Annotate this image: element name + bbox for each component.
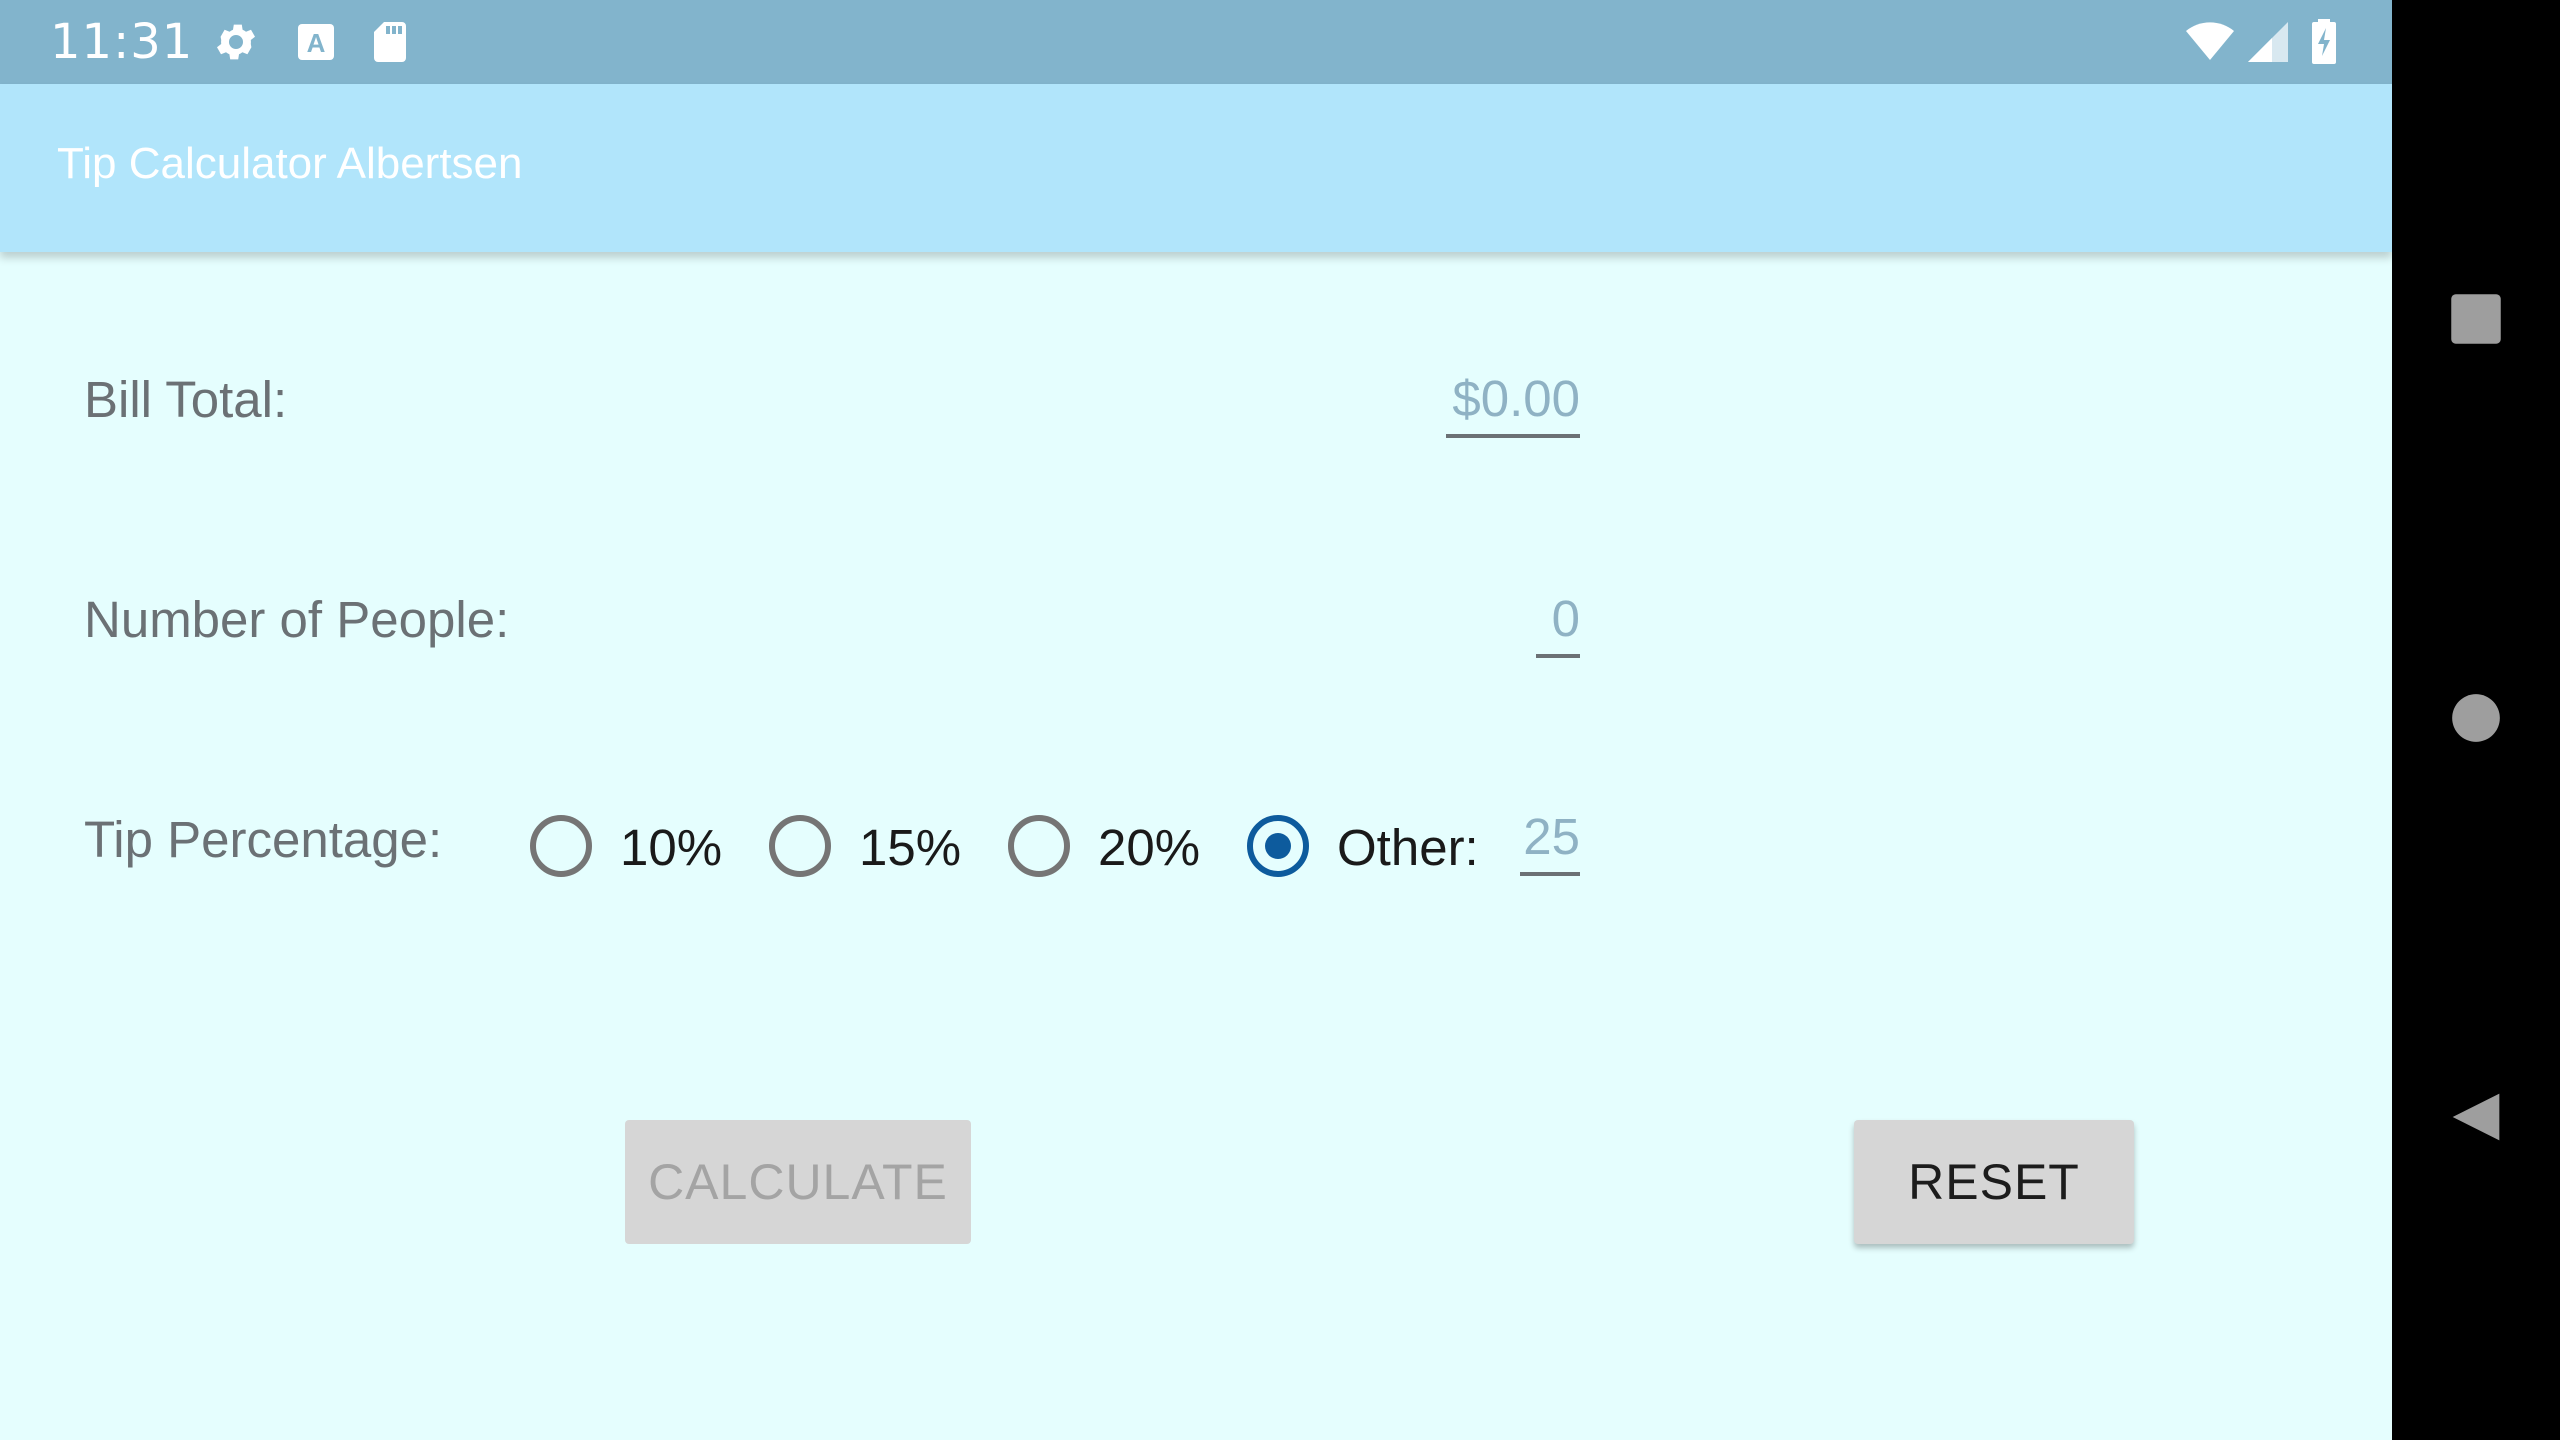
sd-card-icon	[366, 18, 414, 66]
radio-10-label[interactable]: 10%	[620, 818, 722, 877]
radio-20[interactable]	[1008, 815, 1070, 877]
back-triangle-icon[interactable]	[2448, 1088, 2504, 1146]
recents-square-icon[interactable]	[2449, 292, 2503, 346]
num-people-label: Number of People:	[84, 591, 510, 648]
wifi-icon	[2182, 18, 2238, 66]
radio-other[interactable]	[1247, 815, 1309, 877]
radio-10[interactable]	[530, 815, 592, 877]
app-bar: Tip Calculator Albertsen	[0, 84, 2392, 252]
battery-charging-icon	[2304, 18, 2344, 66]
a-font-icon: A	[292, 18, 340, 66]
num-people-input[interactable]: 0	[1536, 590, 1580, 658]
tip-percentage-label: Tip Percentage:	[84, 811, 443, 868]
status-time: 11:31	[50, 14, 194, 70]
cell-signal-icon	[2244, 18, 2292, 66]
radio-other-label[interactable]: Other:	[1337, 818, 1479, 877]
radio-15[interactable]	[769, 815, 831, 877]
svg-text:A: A	[307, 28, 326, 58]
reset-button[interactable]: RESET	[1854, 1120, 2134, 1244]
radio-15-label[interactable]: 15%	[859, 818, 961, 877]
bill-total-input[interactable]: $0.00	[1446, 370, 1580, 438]
gear-icon	[212, 18, 260, 66]
radio-20-label[interactable]: 20%	[1098, 818, 1200, 877]
app-title: Tip Calculator Albertsen	[57, 139, 523, 188]
navigation-bar	[2392, 0, 2560, 1440]
status-bar: 11:31 A	[0, 0, 2392, 84]
bill-total-label: Bill Total:	[84, 371, 288, 428]
calculate-button[interactable]: CALCULATE	[625, 1120, 971, 1244]
home-circle-icon[interactable]	[2450, 692, 2502, 744]
other-tip-input[interactable]: 25	[1520, 808, 1580, 876]
app-screen: 11:31 A Tip Calculator Albertsen Bill To…	[0, 0, 2392, 1440]
